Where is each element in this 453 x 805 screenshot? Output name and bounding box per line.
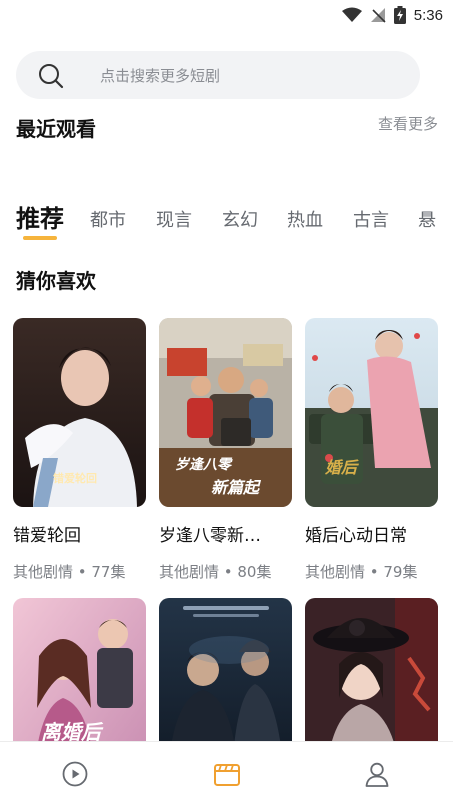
recent-more-link[interactable]: 查看更多 (378, 113, 438, 134)
category-tabs: 推荐 都市 现言 玄幻 热血 古言 悬 (0, 195, 453, 245)
status-icons: 5:36 (341, 6, 443, 24)
section-title: 猜你喜欢 (16, 269, 96, 293)
status-bar: 5:36 (0, 0, 453, 32)
poster-title-text: 岁逢八零 (175, 457, 231, 473)
bottom-nav (0, 741, 453, 805)
poster-title-text: 婚后 (325, 458, 358, 477)
user-icon (365, 762, 389, 787)
drama-meta: 其他剧情 • 80集 (159, 563, 272, 581)
drama-card[interactable]: 婚后 婚后心动日常 其他剧情 • 79集 (305, 318, 438, 581)
tab-action[interactable]: 热血 (287, 206, 323, 232)
search-bar[interactable]: 点击搜索更多短剧 (16, 51, 420, 99)
nav-profile[interactable] (357, 758, 397, 790)
poster-subtitle-text: 新篇起 (211, 478, 260, 497)
tab-suspense[interactable]: 悬 (418, 206, 436, 232)
drama-card[interactable]: 岁逢八零 新篇起 岁逢八零新… 其他剧情 • 80集 (159, 318, 292, 581)
search-placeholder[interactable]: 点击搜索更多短剧 (100, 65, 220, 86)
wifi-icon (341, 7, 362, 22)
drama-meta: 其他剧情 • 79集 (305, 563, 418, 581)
drama-title: 婚后心动日常 (305, 526, 407, 546)
battery-charging-icon (393, 6, 406, 24)
drama-poster[interactable]: 岁逢八零 新篇起 (159, 318, 292, 507)
drama-poster[interactable]: 婚后 (305, 318, 438, 507)
tab-ancient-romance[interactable]: 古言 (353, 206, 389, 232)
nav-discover[interactable] (207, 758, 247, 790)
play-circle-icon (62, 761, 88, 787)
drama-title: 错爱轮回 (13, 526, 81, 546)
clapperboard-icon (214, 764, 240, 786)
nav-theater[interactable] (55, 758, 95, 790)
drama-meta: 其他剧情 • 77集 (13, 563, 126, 581)
tab-active-indicator (23, 236, 57, 240)
drama-title: 岁逢八零新… (159, 526, 261, 546)
tab-modern-romance[interactable]: 现言 (156, 206, 192, 232)
recent-title: 最近观看 (16, 117, 96, 141)
tab-city[interactable]: 都市 (90, 206, 126, 232)
tab-recommend[interactable]: 推荐 (16, 199, 64, 234)
status-time: 5:36 (413, 6, 443, 24)
poster-title-text: 错爱轮回 (53, 472, 97, 485)
drama-card[interactable]: 错爱轮回 错爱轮回 其他剧情 • 77集 (13, 318, 146, 581)
signal-off-icon (370, 8, 386, 23)
search-icon (39, 64, 64, 89)
tab-fantasy[interactable]: 玄幻 (222, 206, 258, 232)
drama-poster[interactable]: 错爱轮回 (13, 318, 146, 507)
